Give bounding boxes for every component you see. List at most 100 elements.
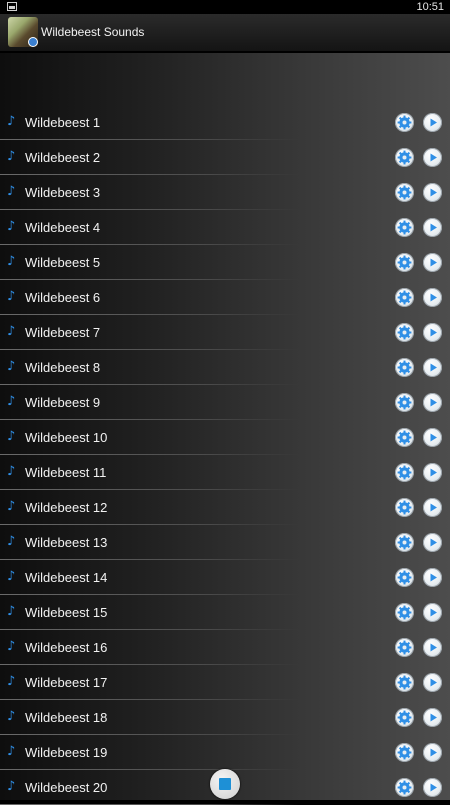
list-item[interactable]: ♪ Wildebeest 10 [0,420,450,455]
play-icon [430,468,437,477]
settings-button[interactable] [395,358,414,377]
list-item[interactable]: ♪ Wildebeest 13 [0,525,450,560]
settings-button[interactable] [395,708,414,727]
play-icon [430,328,437,337]
settings-button[interactable] [395,288,414,307]
settings-button[interactable] [395,323,414,342]
play-icon [430,433,437,442]
wildebeest-app-icon[interactable] [8,17,38,47]
list-item[interactable]: ♪ Wildebeest 19 [0,735,450,770]
music-note-icon: ♪ [7,639,16,654]
gear-icon [397,675,412,690]
list-item-label: Wildebeest 16 [25,640,108,655]
play-icon [430,503,437,512]
settings-button[interactable] [395,568,414,587]
play-button[interactable] [423,393,442,412]
list-item[interactable]: ♪ Wildebeest 15 [0,595,450,630]
settings-button[interactable] [395,498,414,517]
list-item[interactable]: ♪ Wildebeest 14 [0,560,450,595]
music-note-icon: ♪ [7,394,16,409]
play-button[interactable] [423,183,442,202]
play-button[interactable] [423,253,442,272]
play-button[interactable] [423,323,442,342]
list-item[interactable]: ♪ Wildebeest 6 [0,280,450,315]
list-item-label: Wildebeest 20 [25,780,108,795]
sound-list-container[interactable]: ♪ Wildebeest 1 ♪ Wildebeest 2 ♪ Wildebeest 3 ♪… [0,53,450,805]
settings-button[interactable] [395,113,414,132]
list-item[interactable]: ♪ Wildebeest 11 [0,455,450,490]
list-item[interactable]: ♪ Wildebeest 9 [0,385,450,420]
list-item[interactable]: ♪ Wildebeest 8 [0,350,450,385]
play-button[interactable] [423,463,442,482]
music-note-icon: ♪ [7,289,16,304]
settings-button[interactable] [395,393,414,412]
settings-button[interactable] [395,603,414,622]
play-button[interactable] [423,358,442,377]
gear-icon [397,535,412,550]
list-item-label: Wildebeest 4 [25,220,101,235]
list-item[interactable]: ♪ Wildebeest 4 [0,210,450,245]
list-item[interactable]: ♪ Wildebeest 12 [0,490,450,525]
play-button[interactable] [423,428,442,447]
list-item[interactable]: ♪ Wildebeest 16 [0,630,450,665]
settings-button[interactable] [395,743,414,762]
list-item-label: Wildebeest 3 [25,185,101,200]
settings-button[interactable] [395,218,414,237]
gear-icon [397,710,412,725]
music-note-icon: ♪ [7,149,16,164]
list-item-label: Wildebeest 2 [25,150,101,165]
settings-button[interactable] [395,778,414,797]
play-icon [430,713,437,722]
gear-icon [397,465,412,480]
list-item-label: Wildebeest 19 [25,745,108,760]
list-item[interactable]: ♪ Wildebeest 3 [0,175,450,210]
list-item[interactable]: ♪ Wildebeest 17 [0,665,450,700]
list-item[interactable]: ♪ Wildebeest 7 [0,315,450,350]
music-note-icon: ♪ [7,744,16,759]
stop-icon [219,778,231,790]
music-note-icon: ♪ [7,534,16,549]
stop-button[interactable] [210,769,240,799]
list-item-label: Wildebeest 7 [25,325,101,340]
music-note-icon: ♪ [7,779,16,794]
play-button[interactable] [423,603,442,622]
play-button[interactable] [423,743,442,762]
settings-button[interactable] [395,673,414,692]
play-icon [430,748,437,757]
play-button[interactable] [423,288,442,307]
play-button[interactable] [423,218,442,237]
list-item[interactable]: ♪ Wildebeest 1 [0,105,450,140]
list-item[interactable]: ♪ Wildebeest 2 [0,140,450,175]
play-button[interactable] [423,638,442,657]
play-button[interactable] [423,498,442,517]
list-item-label: Wildebeest 5 [25,255,101,270]
play-button[interactable] [423,778,442,797]
settings-button[interactable] [395,253,414,272]
play-icon [430,678,437,687]
play-icon [430,188,437,197]
settings-button[interactable] [395,428,414,447]
gear-icon [397,780,412,795]
music-note-icon: ♪ [7,604,16,619]
settings-button[interactable] [395,533,414,552]
list-item[interactable]: ♪ Wildebeest 5 [0,245,450,280]
music-note-icon: ♪ [7,569,16,584]
play-button[interactable] [423,113,442,132]
settings-button[interactable] [395,638,414,657]
gear-icon [397,430,412,445]
play-icon [430,608,437,617]
play-icon [430,538,437,547]
list-item-label: Wildebeest 13 [25,535,108,550]
play-button[interactable] [423,673,442,692]
music-note-icon: ♪ [7,359,16,374]
list-item[interactable]: ♪ Wildebeest 18 [0,700,450,735]
play-button[interactable] [423,148,442,167]
play-button[interactable] [423,533,442,552]
list-item-label: Wildebeest 1 [25,115,101,130]
settings-button[interactable] [395,463,414,482]
play-button[interactable] [423,708,442,727]
list-item-label: Wildebeest 6 [25,290,101,305]
settings-button[interactable] [395,183,414,202]
settings-button[interactable] [395,148,414,167]
play-button[interactable] [423,568,442,587]
